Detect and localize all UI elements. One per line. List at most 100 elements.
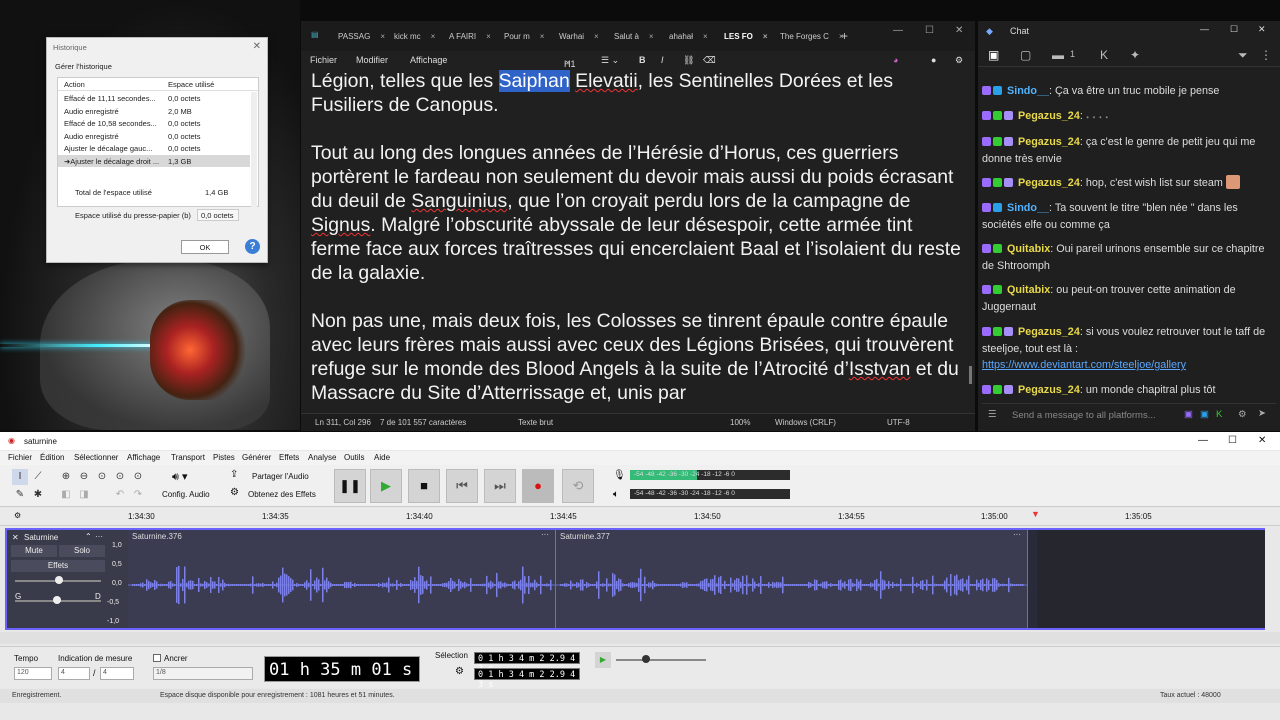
get-effects-button[interactable]: Obtenez des Effets xyxy=(248,490,316,499)
snap-checkbox[interactable] xyxy=(153,654,161,662)
ok-button[interactable]: OK xyxy=(181,240,229,254)
tab-document[interactable]: Salut à × xyxy=(614,32,654,41)
collapse-icon[interactable]: ⌃ xyxy=(85,532,92,541)
play-at-speed-icon[interactable]: ▶ xyxy=(595,652,611,668)
solo-button[interactable]: Solo xyxy=(59,545,105,557)
chat-input[interactable]: Send a message to all platforms... xyxy=(1012,410,1156,421)
table-row[interactable]: Ajuster le décalage gauc... 0,0 octets xyxy=(58,142,250,155)
gain-slider-handle[interactable] xyxy=(55,576,63,584)
pan-slider-handle[interactable] xyxy=(53,596,61,604)
plugin-icon[interactable]: ⚙ xyxy=(230,487,239,498)
menu-fichier[interactable]: Fichier xyxy=(310,55,337,65)
mute-button[interactable]: Mute xyxy=(11,545,57,557)
trim-icon[interactable]: ◧ xyxy=(58,487,74,503)
help-icon[interactable]: ? xyxy=(245,239,260,254)
loop-button[interactable]: ⟲ xyxy=(562,469,594,503)
zoom-in-icon[interactable]: ⊕ xyxy=(58,469,74,485)
stop-button[interactable]: ■ xyxy=(408,469,440,503)
hyperlink-icon[interactable]: ⛓ xyxy=(683,55,694,66)
playhead-icon[interactable]: ▼ xyxy=(1031,509,1040,519)
tab-document-active[interactable]: LES FO × xyxy=(724,32,768,41)
italic-icon[interactable]: I xyxy=(661,55,664,65)
chat-link[interactable]: https://www.deviantart.com/steeljoe/gall… xyxy=(982,359,1186,371)
empty-track-area[interactable] xyxy=(1037,530,1265,628)
fit-selection-icon[interactable]: ⊙ xyxy=(94,469,110,485)
clip-title[interactable]: Saturnine.376 xyxy=(132,532,182,541)
minimize-icon[interactable]: — xyxy=(893,25,903,36)
menu-affichage[interactable]: Affichage xyxy=(410,55,447,65)
kick-icon[interactable]: K xyxy=(1216,409,1222,420)
silence-icon[interactable]: ◨ xyxy=(76,487,92,503)
timeline-ruler[interactable]: ⚙ 1:34:30 1:34:35 1:34:40 1:34:45 1:34:5… xyxy=(0,508,1280,526)
track-name[interactable]: Saturnine xyxy=(24,533,58,542)
envelope-tool-icon[interactable]: ⟋ xyxy=(30,469,46,485)
skip-start-button[interactable]: ⏮ xyxy=(446,469,478,503)
speaker-icon[interactable]: 🔊︎ ▾ xyxy=(172,470,188,484)
selection-tool-icon[interactable]: I xyxy=(12,469,28,485)
clip-menu-icon[interactable]: ··· xyxy=(1013,530,1021,539)
audio-track[interactable]: ✕ Saturnine ⌃ ··· Mute Solo Effets G D 1… xyxy=(5,528,1265,630)
share-audio-button[interactable]: Partager l'Audio xyxy=(252,472,309,481)
emote-picker-icon[interactable]: ⚙ xyxy=(1238,409,1247,420)
settings-icon[interactable]: ⚙ xyxy=(955,55,963,66)
minimize-icon[interactable]: — xyxy=(1200,24,1209,34)
account-icon[interactable]: ● xyxy=(931,55,936,65)
minimize-icon[interactable]: — xyxy=(1198,435,1208,446)
time-display[interactable]: 01 h 35 m 01 s xyxy=(264,656,420,682)
redo-icon[interactable]: ↷ xyxy=(130,487,146,503)
timeline-settings-icon[interactable]: ⚙ xyxy=(14,511,21,520)
multi-tool-icon[interactable]: ✱ xyxy=(30,487,46,503)
close-icon[interactable]: ✕ xyxy=(1258,435,1266,446)
playback-meter[interactable]: -54 -48 -42 -36 -30 -24 -18 -12 -6 0 xyxy=(630,489,790,499)
table-row[interactable]: Audio enregistré 2,0 MB xyxy=(58,105,250,118)
share-icon[interactable]: ⇪ xyxy=(230,469,238,480)
menu-item[interactable]: Outils xyxy=(344,453,364,462)
tab-document[interactable]: Pour m × xyxy=(504,32,544,41)
heading-select[interactable]: H1 ⌄ xyxy=(564,55,576,69)
record-button[interactable]: ● xyxy=(522,469,554,503)
more-icon[interactable]: ⋮ xyxy=(1260,48,1272,62)
tab-document[interactable]: A FAIRI × xyxy=(449,32,491,41)
tab-document[interactable]: kick mc × xyxy=(394,32,435,41)
document-text[interactable]: Légion, telles que les Saiphan Elevatii,… xyxy=(311,69,961,429)
copilot-icon[interactable]: ◕ xyxy=(893,55,898,65)
tempo-input[interactable]: 120 xyxy=(14,667,52,680)
scrollbar[interactable] xyxy=(969,366,972,384)
video-icon[interactable]: ▬ xyxy=(1052,48,1064,62)
zoom-out-icon[interactable]: ⊖ xyxy=(76,469,92,485)
close-icon[interactable]: ✕ xyxy=(955,25,963,36)
menu-item[interactable]: Affichage xyxy=(127,453,160,462)
track-menu-icon[interactable]: ··· xyxy=(95,532,103,541)
table-row[interactable]: Effacé de 11,11 secondes... 0,0 octets xyxy=(58,92,250,105)
zoom-level[interactable]: 100% xyxy=(730,418,750,427)
horizontal-scrollbar[interactable] xyxy=(0,632,1280,644)
audio-clip[interactable]: Saturnine.376 ··· xyxy=(128,530,556,628)
draw-tool-icon[interactable]: ✎ xyxy=(12,487,28,503)
selection-end[interactable]: 0 1 h 3 4 m 2 2.9 4 3 s xyxy=(474,668,580,690)
fit-project-icon[interactable]: ⊙ xyxy=(112,469,128,485)
audio-setup-button[interactable]: Config. Audio xyxy=(162,490,210,499)
recording-meter[interactable]: -54 -48 -42 -36 -30 -24 -18 -12 -6 0 xyxy=(630,470,790,480)
playback-speed-slider[interactable] xyxy=(616,659,706,661)
kick-icon[interactable]: K xyxy=(1100,48,1108,62)
new-tab-icon[interactable]: + xyxy=(841,29,848,43)
menu-item[interactable]: Analyse xyxy=(308,453,336,462)
list-icon[interactable]: ☰ ⌄ xyxy=(601,55,619,66)
snap-select[interactable]: 1/8 xyxy=(153,667,253,680)
line-ending[interactable]: Windows (CRLF) xyxy=(775,418,836,427)
filter-icon[interactable]: ⏷ xyxy=(1238,48,1248,63)
effects-button[interactable]: Effets xyxy=(11,560,105,572)
menu-item[interactable]: Aide xyxy=(374,453,390,462)
zoom-toggle-icon[interactable]: ⊙ xyxy=(130,469,146,485)
close-track-icon[interactable]: ✕ xyxy=(12,533,19,542)
pause-button[interactable]: ❚❚ xyxy=(334,469,366,503)
bold-icon[interactable]: B xyxy=(639,55,646,65)
selection-settings-icon[interactable]: ⚙ xyxy=(455,666,464,677)
menu-item[interactable]: Transport xyxy=(171,453,205,462)
time-sig-denominator[interactable]: 4 xyxy=(100,667,134,680)
undo-icon[interactable]: ↶ xyxy=(112,487,128,503)
clip-menu-icon[interactable]: ··· xyxy=(541,530,549,539)
clip-title[interactable]: Saturnine.377 xyxy=(560,532,610,541)
menu-item[interactable]: Effets xyxy=(279,453,299,462)
twitch-icon[interactable]: ▣ xyxy=(1184,409,1193,420)
